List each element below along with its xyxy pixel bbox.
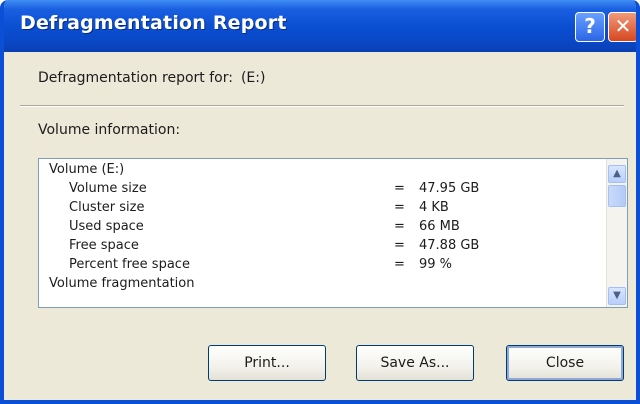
row-value: 47.95 GB bbox=[419, 181, 480, 196]
row-equals: = bbox=[394, 181, 405, 196]
row-value: 4 KB bbox=[419, 200, 449, 215]
defragmentation-report-dialog: Defragmentation Report ? ✕ Defragmentati… bbox=[0, 0, 640, 404]
row-label: Free space bbox=[69, 238, 139, 253]
help-icon: ? bbox=[584, 14, 596, 38]
row-equals: = bbox=[394, 238, 405, 253]
report-drive: (E:) bbox=[240, 70, 266, 86]
volume-information-list[interactable]: Volume (E:) Volume size = 47.95 GB Cluster s… bbox=[38, 158, 628, 308]
row-label: Used space bbox=[69, 219, 144, 234]
list-item: Volume fragmentation bbox=[39, 276, 599, 295]
up-arrow-icon: ▲ bbox=[613, 168, 621, 179]
report-for-label: Defragmentation report for: bbox=[38, 70, 233, 86]
title-bar[interactable]: Defragmentation Report ? ✕ bbox=[4, 0, 636, 52]
row-value: 66 MB bbox=[419, 219, 460, 234]
list-item: Volume (E:) bbox=[39, 162, 599, 181]
report-for-line: Defragmentation report for: (E:) bbox=[38, 70, 265, 86]
row-label: Volume size bbox=[69, 181, 147, 196]
down-arrow-icon: ▼ bbox=[613, 290, 621, 301]
row-label: Volume fragmentation bbox=[49, 276, 195, 291]
window-title: Defragmentation Report bbox=[20, 12, 287, 34]
list-item: Percent free space = 99 % bbox=[39, 257, 599, 276]
row-value: 47.88 GB bbox=[419, 238, 480, 253]
row-label: Volume (E:) bbox=[49, 162, 125, 177]
list-rows: Volume (E:) Volume size = 47.95 GB Cluster s… bbox=[39, 159, 599, 295]
vertical-scrollbar[interactable]: ▲ ▼ bbox=[606, 159, 627, 307]
separator bbox=[20, 105, 624, 107]
volume-information-label: Volume information: bbox=[38, 122, 181, 138]
scroll-up-button[interactable]: ▲ bbox=[608, 165, 626, 183]
help-button[interactable]: ? bbox=[575, 12, 605, 42]
row-label: Cluster size bbox=[69, 200, 145, 215]
row-equals: = bbox=[394, 257, 405, 272]
row-equals: = bbox=[394, 219, 405, 234]
title-close-button[interactable]: ✕ bbox=[608, 12, 636, 42]
scroll-down-button[interactable]: ▼ bbox=[608, 287, 626, 305]
save-as-button[interactable]: Save As... bbox=[356, 345, 474, 381]
list-item: Free space = 47.88 GB bbox=[39, 238, 599, 257]
list-item: Used space = 66 MB bbox=[39, 219, 599, 238]
close-icon: ✕ bbox=[614, 14, 632, 38]
list-item: Cluster size = 4 KB bbox=[39, 200, 599, 219]
scroll-thumb[interactable] bbox=[608, 185, 626, 207]
print-button[interactable]: Print... bbox=[208, 345, 326, 381]
row-equals: = bbox=[394, 200, 405, 215]
list-item: Volume size = 47.95 GB bbox=[39, 181, 599, 200]
row-value: 99 % bbox=[419, 257, 453, 272]
close-button[interactable]: Close bbox=[506, 345, 624, 381]
row-label: Percent free space bbox=[69, 257, 190, 272]
